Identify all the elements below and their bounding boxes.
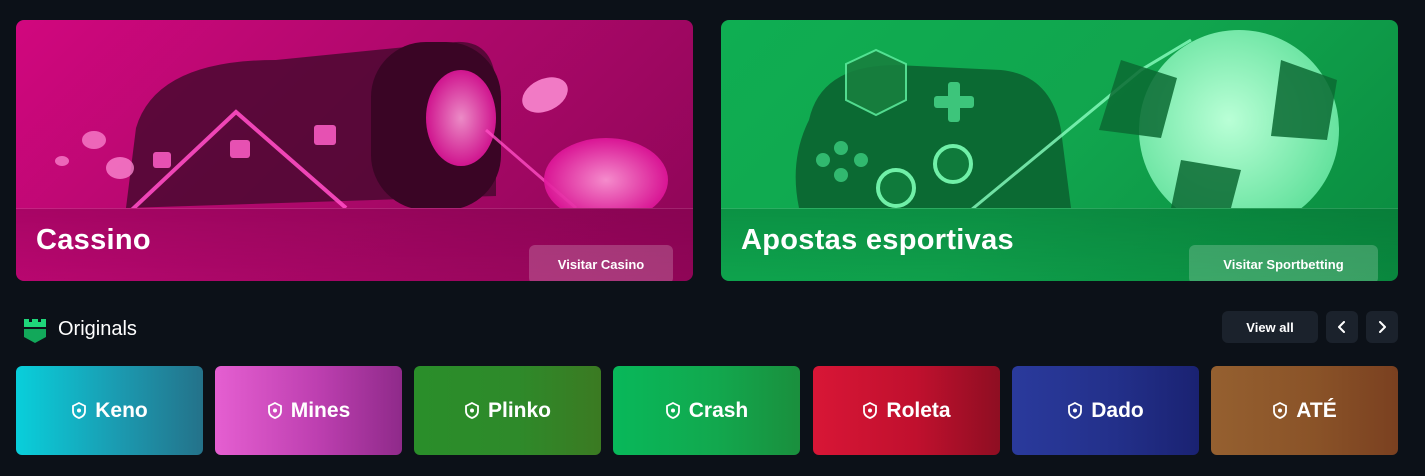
view-all-button[interactable]: View all (1222, 311, 1318, 343)
sports-title: Apostas esportivas (741, 224, 1014, 256)
game-tile-roleta[interactable]: Roleta (813, 366, 1000, 455)
visit-sportbetting-button[interactable]: Visitar Sportbetting (1189, 245, 1378, 281)
shield-icon (1068, 402, 1083, 419)
game-tile-ate[interactable]: ATÉ (1211, 366, 1398, 455)
game-tile-crash[interactable]: Crash (613, 366, 800, 455)
sports-illustration (795, 30, 1339, 208)
shield-icon (665, 402, 680, 419)
game-label: Roleta (886, 398, 951, 422)
chevron-right-icon (1379, 321, 1386, 333)
game-label: Dado (1091, 398, 1144, 422)
sports-banner[interactable]: Apostas esportivas Visitar Sportbetting (721, 20, 1398, 281)
section-title-originals: Originals (58, 318, 137, 340)
game-tile-dado[interactable]: Dado (1012, 366, 1199, 455)
game-label: Plinko (487, 398, 551, 422)
game-label: Keno (95, 398, 148, 422)
game-label: ATÉ (1296, 398, 1337, 422)
casino-banner[interactable]: Cassino Visitar Casino (16, 20, 693, 281)
game-tile-plinko[interactable]: Plinko (414, 366, 601, 455)
casino-illustration (55, 41, 668, 208)
shield-icon (1273, 402, 1288, 419)
chevron-left-icon (1338, 321, 1345, 333)
carousel-next-button[interactable] (1366, 311, 1398, 343)
castle-icon (24, 319, 46, 343)
shield-icon (267, 402, 282, 419)
game-tile-mines[interactable]: Mines (215, 366, 402, 455)
shield-icon (465, 402, 479, 419)
shield-icon (863, 402, 878, 419)
visit-casino-button[interactable]: Visitar Casino (529, 245, 673, 281)
carousel-prev-button[interactable] (1326, 311, 1358, 343)
game-label: Crash (688, 398, 749, 422)
game-tile-keno[interactable]: Keno (16, 366, 203, 455)
game-label: Mines (290, 398, 351, 422)
casino-title: Cassino (36, 224, 151, 256)
shield-icon (72, 402, 87, 419)
